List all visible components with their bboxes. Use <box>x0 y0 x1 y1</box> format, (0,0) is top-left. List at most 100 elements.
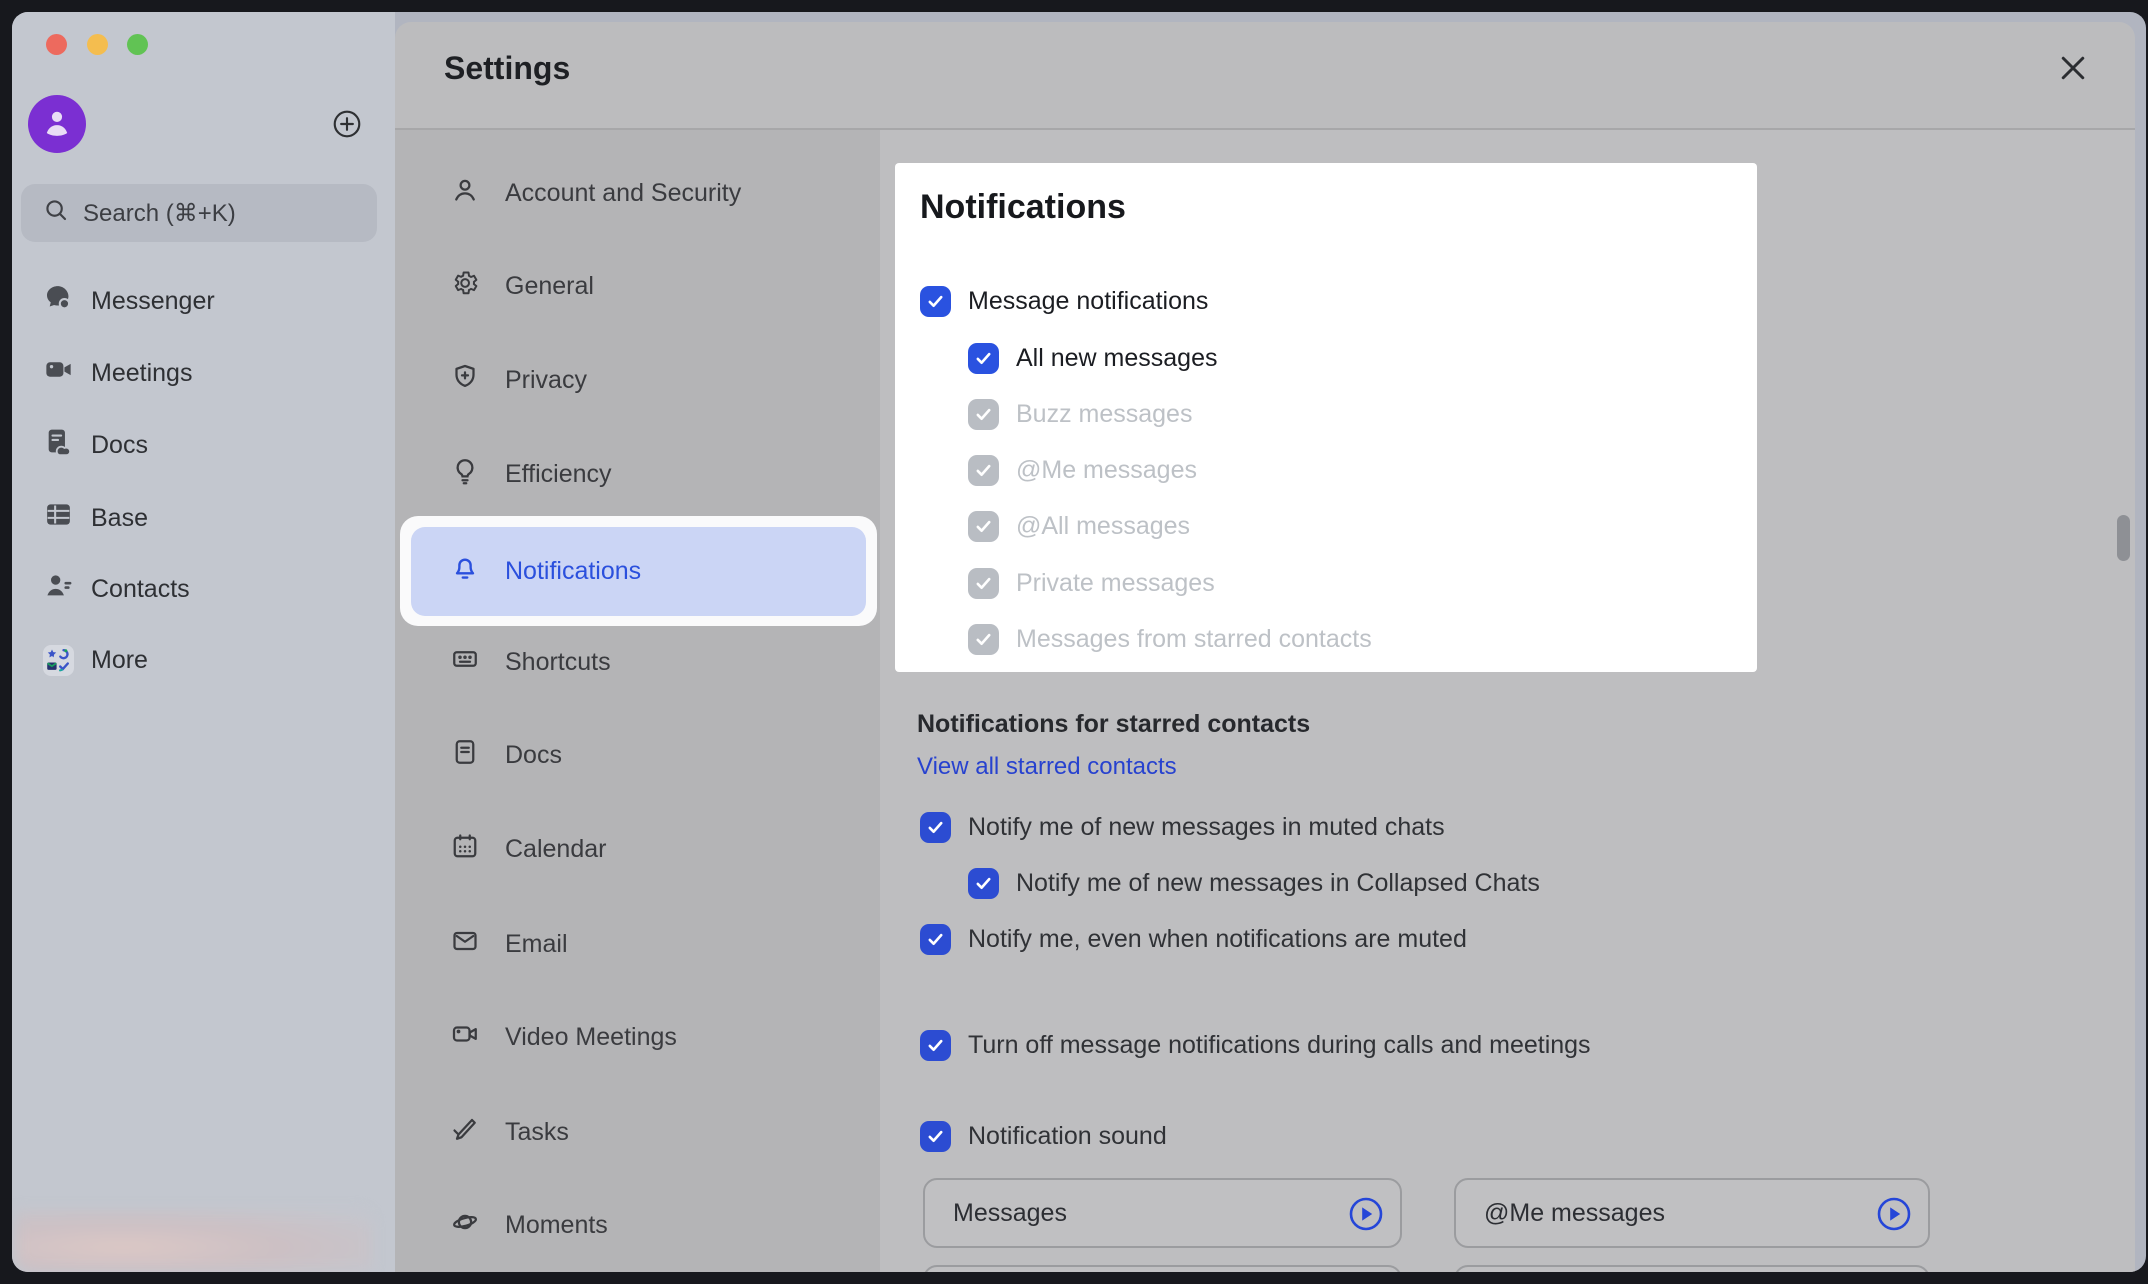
nav-item-label: Calendar <box>505 835 606 864</box>
play-sound-button[interactable] <box>1876 1196 1912 1232</box>
sidebar-item-contacts[interactable]: Contacts <box>43 567 190 611</box>
nav-item-label: General <box>505 272 594 301</box>
checkbox-row-at-me-messages: @Me messages <box>968 455 1197 486</box>
video-camera-icon <box>43 354 74 392</box>
traffic-minimize-button[interactable] <box>87 34 108 55</box>
checkbox-label: Buzz messages <box>1016 400 1192 429</box>
checkbox-checked[interactable] <box>968 868 999 899</box>
checkbox-disabled <box>968 455 999 486</box>
checkbox-row-message-notifications[interactable]: Message notifications <box>920 286 1208 317</box>
nav-item-efficiency[interactable]: Efficiency <box>450 452 612 496</box>
person-icon <box>450 175 480 212</box>
section-heading-starred-contacts: Notifications for starred contacts <box>917 710 1310 739</box>
checkbox-disabled <box>968 511 999 542</box>
checkbox-label: Messages from starred contacts <box>1016 625 1372 654</box>
nav-item-label: Privacy <box>505 366 587 395</box>
shield-plus-icon <box>450 362 480 399</box>
sidebar-item-meetings[interactable]: Meetings <box>43 351 192 395</box>
checkbox-row-at-all-messages: @All messages <box>968 511 1190 542</box>
checkbox-checked[interactable] <box>920 1121 951 1152</box>
settings-header: Settings <box>395 22 2135 128</box>
checkbox-row-starred-contact-messages: Messages from starred contacts <box>968 624 1372 655</box>
nav-item-calendar[interactable]: Calendar <box>450 827 606 871</box>
checkbox-disabled <box>968 568 999 599</box>
add-button[interactable] <box>331 108 363 140</box>
checkbox-row-collapsed-chats[interactable]: Notify me of new messages in Collapsed C… <box>968 868 1540 899</box>
checkbox-row-muted-chats[interactable]: Notify me of new messages in muted chats <box>920 812 1445 843</box>
checkbox-checked[interactable] <box>968 343 999 374</box>
sound-select-partial-left[interactable] <box>923 1265 1402 1272</box>
close-icon <box>2055 73 2091 90</box>
checkbox-row-all-new-messages[interactable]: All new messages <box>968 343 1217 374</box>
nav-item-tasks[interactable]: Tasks <box>450 1110 569 1154</box>
search-placeholder: Search (⌘+K) <box>83 199 236 228</box>
bell-icon <box>450 553 480 590</box>
search-input[interactable]: Search (⌘+K) <box>21 184 377 242</box>
sound-select-value: @Me messages <box>1484 1199 1665 1228</box>
user-icon <box>40 105 74 144</box>
screen: Search (⌘+K) Messenger Meetings Docs Bas… <box>0 0 2148 1284</box>
plus-circle-icon <box>331 127 363 144</box>
nav-item-general[interactable]: General <box>450 264 594 308</box>
page-title: Notifications <box>920 188 1126 227</box>
document-icon <box>43 426 74 464</box>
nav-item-label: Efficiency <box>505 460 612 489</box>
scrollbar-thumb[interactable] <box>2117 515 2130 561</box>
nav-item-label: Shortcuts <box>505 648 611 677</box>
gear-icon <box>450 268 480 305</box>
close-button[interactable] <box>2055 50 2091 86</box>
sidebar-item-messenger[interactable]: Messenger <box>43 279 215 323</box>
search-icon <box>43 197 69 230</box>
nav-item-label: Account and Security <box>505 179 741 208</box>
checkbox-disabled <box>968 624 999 655</box>
checkbox-label: Message notifications <box>968 287 1208 316</box>
more-apps-icon <box>43 645 74 676</box>
nav-item-email[interactable]: Email <box>450 922 568 966</box>
nav-item-notifications[interactable]: Notifications <box>450 549 641 593</box>
app-window: Search (⌘+K) Messenger Meetings Docs Bas… <box>12 12 2146 1272</box>
checkbox-disabled <box>968 399 999 430</box>
view-all-starred-contacts-link[interactable]: View all starred contacts <box>917 753 1177 781</box>
sidebar-item-label: Docs <box>91 431 148 460</box>
settings-title: Settings <box>444 50 570 87</box>
checkbox-label: Turn off message notifications during ca… <box>968 1031 1591 1060</box>
nav-item-video-meetings[interactable]: Video Meetings <box>450 1015 677 1059</box>
play-sound-button[interactable] <box>1348 1196 1384 1232</box>
sound-select-at-me-messages[interactable]: @Me messages <box>1454 1178 1930 1248</box>
checkbox-row-notification-sound[interactable]: Notification sound <box>920 1121 1167 1152</box>
lightbulb-icon <box>450 456 480 493</box>
sidebar-item-label: Messenger <box>91 287 215 316</box>
checkbox-label: All new messages <box>1016 344 1217 373</box>
checkbox-checked[interactable] <box>920 286 951 317</box>
nav-item-account-and-security[interactable]: Account and Security <box>450 171 741 215</box>
app-sidebar: Search (⌘+K) Messenger Meetings Docs Bas… <box>12 12 395 1272</box>
checkbox-checked[interactable] <box>920 812 951 843</box>
sidebar-item-base[interactable]: Base <box>43 496 148 540</box>
nav-item-docs[interactable]: Docs <box>450 733 562 777</box>
checkbox-row-private-messages: Private messages <box>968 568 1215 599</box>
nav-item-moments[interactable]: Moments <box>450 1203 608 1247</box>
envelope-icon <box>450 926 480 963</box>
sidebar-item-label: Contacts <box>91 575 190 604</box>
sound-select-messages[interactable]: Messages <box>923 1178 1402 1248</box>
planet-icon <box>450 1207 480 1244</box>
contacts-icon <box>43 570 74 608</box>
avatar[interactable] <box>28 95 86 153</box>
nav-item-privacy[interactable]: Privacy <box>450 358 587 402</box>
checkbox-row-notify-when-muted[interactable]: Notify me, even when notifications are m… <box>920 924 1467 955</box>
sidebar-item-more[interactable]: More <box>43 638 148 682</box>
sidebar-item-docs[interactable]: Docs <box>43 423 148 467</box>
nav-item-label: Email <box>505 930 568 959</box>
traffic-close-button[interactable] <box>46 34 67 55</box>
nav-item-label: Tasks <box>505 1118 569 1147</box>
checkbox-row-turn-off-during-calls[interactable]: Turn off message notifications during ca… <box>920 1030 1591 1061</box>
doc-page-icon <box>450 737 480 774</box>
traffic-zoom-button[interactable] <box>127 34 148 55</box>
checkbox-checked[interactable] <box>920 1030 951 1061</box>
video-camera-outline-icon <box>450 1019 480 1056</box>
sound-select-partial-right[interactable] <box>1454 1265 1930 1272</box>
checkbox-label: Notification sound <box>968 1122 1167 1151</box>
calendar-icon <box>450 831 480 868</box>
nav-item-shortcuts[interactable]: Shortcuts <box>450 640 611 684</box>
checkbox-checked[interactable] <box>920 924 951 955</box>
